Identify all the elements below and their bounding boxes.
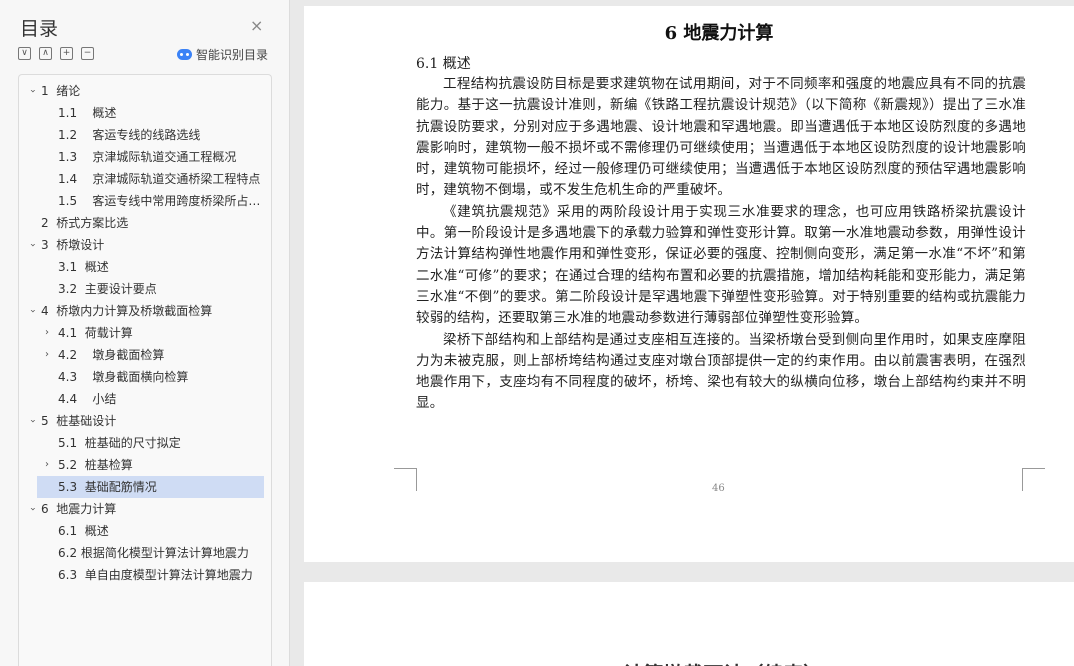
toc-item-label: 1.3 京津城际轨道交通工程概况: [58, 150, 237, 164]
chevron-down-icon[interactable]: ›: [21, 416, 43, 426]
body-text: 工程结构抗震设防目标是要求建筑物在试用期间，对于不同频率和强度的地震应具有不同的…: [416, 74, 1026, 415]
toc-item-label: 4.4 小结: [58, 392, 117, 406]
chevron-down-icon[interactable]: ›: [21, 240, 43, 250]
toc-item-label: 3 桥墩设计: [41, 238, 105, 252]
toc-item[interactable]: › 1 绪论: [19, 80, 271, 102]
smart-toc-label: 智能识别目录: [196, 48, 269, 62]
toc-item-label: 3.1 概述: [58, 260, 109, 274]
toc-item[interactable]: › 6 地震力计算: [19, 498, 271, 520]
toc-item-label: 6.3 单自由度模型计算法计算地震力: [58, 568, 253, 582]
paragraph: 《建筑抗震规范》采用的两阶段设计用于实现三水准要求的理念，也可应用铁路桥梁抗震设…: [416, 203, 1026, 327]
chevron-right-icon[interactable]: ›: [42, 344, 52, 366]
toc-title: 目录: [20, 18, 59, 40]
document-page: 6 地震力计算 6.1 概述 工程结构抗震设防目标是要求建筑物在试用期间，对于不…: [304, 6, 1074, 562]
toc-list: › 1 绪论 1.1 概述 1.2 客运专线的线路选线 1.3 京津城际轨道交通工程概况…: [18, 74, 272, 666]
toc-item[interactable]: 4.4 小结: [19, 388, 271, 410]
toc-item-label: 2 桥式方案比选: [41, 216, 129, 230]
toc-item-label: 5.1 桩基础的尺寸拟定: [58, 436, 181, 450]
toc-item-label: 4.1 荷载计算: [58, 326, 133, 340]
collapse-all-icon[interactable]: ∨: [18, 47, 31, 60]
toc-item[interactable]: 1.2 客运专线的线路选线: [19, 124, 271, 146]
toc-item-label: 4 桥墩内力计算及桥墩截面检算: [41, 304, 213, 318]
toc-item[interactable]: 6.2 根据简化模型计算法计算地震力: [19, 542, 271, 564]
paragraph: 工程结构抗震设防目标是要求建筑物在试用期间，对于不同频率和强度的地震应具有不同的…: [416, 76, 1026, 199]
toc-item-label: 1.5 客运专线中常用跨度桥梁所占比例: [58, 194, 271, 208]
toc-item[interactable]: 3.2 主要设计要点: [19, 278, 271, 300]
chevron-right-icon[interactable]: ›: [42, 322, 52, 344]
toc-item-label: 5.3 基础配筋情况: [58, 480, 157, 494]
ai-robot-icon: [177, 49, 192, 60]
chevron-down-icon[interactable]: ›: [21, 306, 43, 316]
toc-item[interactable]: › 4.1 荷载计算: [19, 322, 271, 344]
toc-item-label: 1 绪论: [41, 84, 81, 98]
smart-toc-button[interactable]: 智能识别目录: [177, 46, 268, 63]
toc-item[interactable]: 1.5 客运专线中常用跨度桥梁所占比例: [19, 190, 271, 212]
chevron-right-icon[interactable]: ›: [42, 454, 52, 476]
toc-item[interactable]: › 4 桥墩内力计算及桥墩截面检算: [19, 300, 271, 322]
toc-item-label: 3.2 主要设计要点: [58, 282, 157, 296]
toc-item-label: 4.3 墩身截面横向检算: [58, 370, 189, 384]
toc-sidebar: 目录 × ∨ ∧ + − 智能识别目录 › 1 绪论 1.1 概述 1.2 客运专线的…: [0, 0, 290, 666]
chapter-title: 6 地震力计算: [664, 23, 774, 44]
toc-item[interactable]: › 5 桩基础设计: [19, 410, 271, 432]
toc-item[interactable]: 6.1 概述: [19, 520, 271, 542]
toc-item-label: 1.2 客运专线的线路选线: [58, 128, 201, 142]
next-page-heading: W 计算墩截面计（续表）: [594, 658, 823, 666]
toc-item[interactable]: 2 桥式方案比选: [19, 212, 271, 234]
paragraph: 梁桥下部结构和上部结构是通过支座相互连接的。当梁桥墩台受到侧向里作用时，如果支座…: [416, 331, 1026, 412]
toc-item[interactable]: 1.4 京津城际轨道交通桥梁工程特点: [19, 168, 271, 190]
close-icon[interactable]: ×: [250, 17, 263, 35]
page-corner-mark-left: [394, 468, 417, 491]
toc-item[interactable]: 5.3 基础配筋情况: [37, 476, 264, 498]
remove-heading-icon[interactable]: −: [81, 47, 94, 60]
toc-item-label: 4.2 墩身截面检算: [58, 348, 165, 362]
toc-item[interactable]: 4.3 墩身截面横向检算: [19, 366, 271, 388]
toc-item[interactable]: 3.1 概述: [19, 256, 271, 278]
toc-item-label: 6 地震力计算: [41, 502, 117, 516]
toc-item-label: 5.2 桩基检算: [58, 458, 133, 472]
toc-item[interactable]: › 4.2 墩身截面检算: [19, 344, 271, 366]
expand-all-icon[interactable]: ∧: [39, 47, 52, 60]
toc-item[interactable]: 6.3 单自由度模型计算法计算地震力: [19, 564, 271, 586]
chevron-down-icon[interactable]: ›: [21, 86, 43, 96]
toc-item[interactable]: › 5.2 桩基检算: [19, 454, 271, 476]
toc-item-label: 5 桩基础设计: [41, 414, 117, 428]
toc-item[interactable]: 1.1 概述: [19, 102, 271, 124]
chevron-down-icon[interactable]: ›: [21, 504, 43, 514]
toc-item[interactable]: 1.3 京津城际轨道交通工程概况: [19, 146, 271, 168]
next-document-page: W 计算墩截面计（续表）: [304, 582, 1074, 666]
toc-item-label: 1.1 概述: [58, 106, 117, 120]
section-heading: 6.1 概述: [416, 56, 471, 72]
toc-item-label: 1.4 京津城际轨道交通桥梁工程特点: [58, 172, 261, 186]
toc-toolbar: ∨ ∧ + −: [18, 47, 94, 60]
add-heading-icon[interactable]: +: [60, 47, 73, 60]
toc-item[interactable]: › 3 桥墩设计: [19, 234, 271, 256]
toc-item-label: 6.2 根据简化模型计算法计算地震力: [58, 546, 249, 560]
toc-item-label: 6.1 概述: [58, 524, 109, 538]
page-corner-mark-right: [1022, 468, 1045, 491]
page-number: 46: [712, 483, 725, 494]
toc-item[interactable]: 5.1 桩基础的尺寸拟定: [19, 432, 271, 454]
